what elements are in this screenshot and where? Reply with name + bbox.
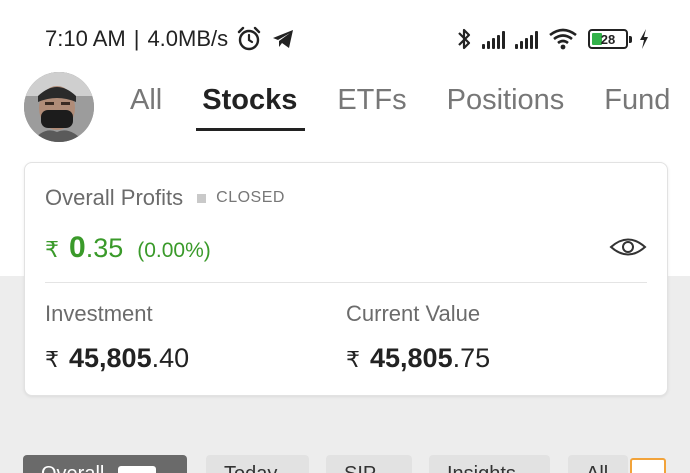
filter-chip-insights[interactable]: Insights xyxy=(429,455,550,473)
rupee-symbol: ₹ xyxy=(45,347,59,372)
signal-strength-2-icon xyxy=(515,29,538,49)
profile-photo-icon xyxy=(24,72,94,142)
filter-chip-sip[interactable]: SIP xyxy=(326,455,412,473)
filter-chip-label: Today xyxy=(224,463,277,473)
tab-stocks[interactable]: Stocks xyxy=(196,84,306,131)
portfolio-summary-card: Overall Profits CLOSED ₹ 0 .35 (0.00%) I… xyxy=(24,162,668,396)
overall-profits-title: Overall Profits xyxy=(45,185,184,210)
tab-positions[interactable]: Positions xyxy=(447,84,565,131)
battery-level: 28 xyxy=(600,31,616,47)
investment-integer: 45,805 xyxy=(69,343,152,373)
tab-etfs[interactable]: ETFs xyxy=(337,84,406,131)
chip-toggle xyxy=(118,465,157,473)
filter-chip-today[interactable]: Today xyxy=(206,455,309,473)
investment-label: Investment xyxy=(45,301,153,326)
charging-icon xyxy=(640,29,648,49)
market-status-indicator xyxy=(197,193,207,203)
filter-chip-label: Overall xyxy=(41,463,104,473)
alarm-icon xyxy=(237,26,261,51)
profit-decimal: .35 xyxy=(85,233,124,263)
current-value-integer: 45,805 xyxy=(370,343,453,373)
overall-profit-value: ₹ 0 .35 (0.00%) xyxy=(45,231,211,265)
investment-value: ₹ 45,805 .40 xyxy=(45,343,189,374)
tab-fund[interactable]: Fund xyxy=(604,84,670,131)
status-time: 7:10 AM xyxy=(45,26,126,51)
expand-icon[interactable] xyxy=(630,458,666,473)
eye-icon[interactable] xyxy=(609,235,647,259)
avatar[interactable] xyxy=(24,72,94,142)
current-value: ₹ 45,805 .75 xyxy=(346,343,490,374)
filter-chip-overall[interactable]: Overall xyxy=(23,455,187,473)
status-left: 7:10 AM | 4.0MB/s xyxy=(45,24,296,54)
current-value-label: Current Value xyxy=(346,301,481,326)
network-speed: 4.0MB/s xyxy=(147,26,229,51)
tab-all[interactable]: All xyxy=(130,84,162,131)
current-value-block: Current Value ₹ 45,805 .75 xyxy=(346,301,490,374)
bluetooth-icon xyxy=(458,28,471,50)
profit-integer: 0 xyxy=(69,231,86,264)
signal-strength-icon xyxy=(482,29,505,49)
filter-chip-all[interactable]: All xyxy=(568,455,628,473)
battery-icon: 28 xyxy=(588,29,632,49)
rupee-symbol: ₹ xyxy=(45,237,59,262)
app-screen: 7:10 AM | 4.0MB/s 28 All Stocks ETFs Pos… xyxy=(0,0,690,473)
filter-chip-label: Insights xyxy=(447,463,516,473)
card-title-row: Overall Profits CLOSED xyxy=(45,185,285,211)
wifi-icon xyxy=(549,28,577,50)
market-status-label: CLOSED xyxy=(216,189,285,206)
portfolio-tabs: All Stocks ETFs Positions Fund xyxy=(130,84,690,131)
card-divider xyxy=(45,282,647,283)
telegram-icon xyxy=(273,30,294,48)
current-value-decimal: .75 xyxy=(452,343,491,373)
portfolio-header: All Stocks ETFs Positions Fund xyxy=(0,60,690,156)
profit-percent: (0.00%) xyxy=(137,239,211,262)
filter-chip-label: SIP xyxy=(344,463,376,473)
filter-chip-label: All xyxy=(586,463,608,473)
investment-block: Investment ₹ 45,805 .40 xyxy=(45,301,189,374)
status-separator: | xyxy=(133,26,140,51)
rupee-symbol: ₹ xyxy=(346,347,360,372)
status-right: 28 xyxy=(456,24,650,54)
investment-decimal: .40 xyxy=(151,343,190,373)
